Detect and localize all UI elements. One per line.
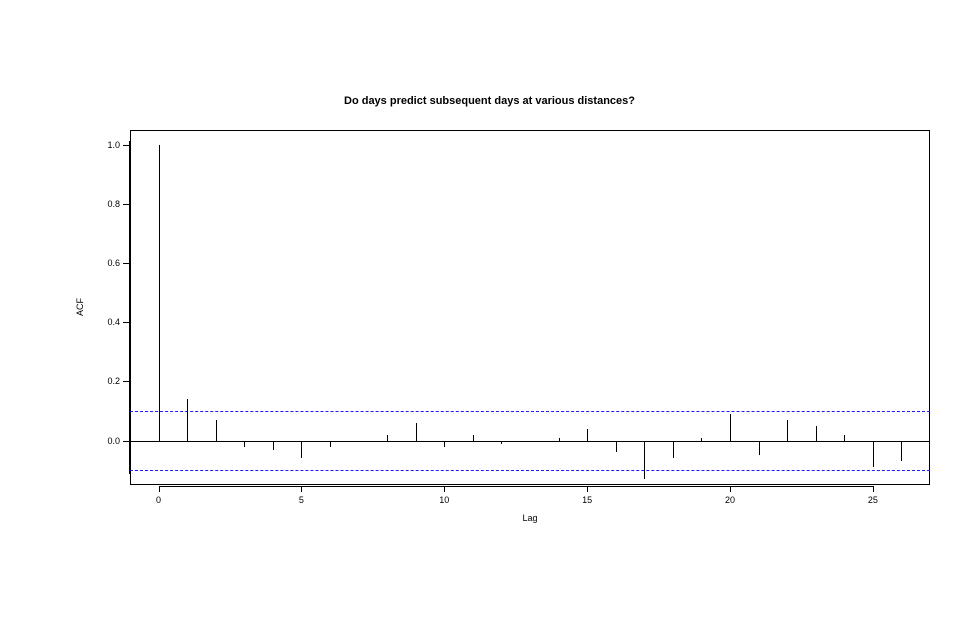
y-tick-label: 1.0 [98, 140, 120, 150]
acf-bar [359, 441, 360, 442]
acf-bar [730, 414, 731, 441]
x-tick-label: 0 [156, 495, 161, 505]
x-tick [873, 486, 874, 492]
y-tick [123, 145, 129, 146]
acf-bar [873, 441, 874, 468]
y-tick-label: 0.4 [98, 317, 120, 327]
x-tick-label: 5 [299, 495, 304, 505]
x-tick [730, 486, 731, 492]
y-tick [123, 441, 129, 442]
y-axis [129, 141, 130, 474]
acf-bar [530, 441, 531, 442]
x-tick-label: 15 [582, 495, 592, 505]
acf-bar [787, 420, 788, 441]
x-tick-label: 25 [868, 495, 878, 505]
acf-bar [759, 441, 760, 456]
acf-bar [187, 399, 188, 440]
acf-bar [273, 441, 274, 450]
x-tick [301, 486, 302, 492]
x-axis-label: Lag [522, 513, 537, 523]
acf-bar [159, 145, 160, 441]
y-tick-label: 0.2 [98, 376, 120, 386]
chart-title: Do days predict subsequent days at vario… [0, 95, 979, 107]
y-axis-label: ACF [75, 298, 85, 316]
acf-bar [816, 426, 817, 441]
y-tick-label: 0.0 [98, 436, 120, 446]
acf-bar [559, 438, 560, 441]
acf-bar [844, 435, 845, 441]
y-tick [123, 322, 129, 323]
acf-bar [301, 441, 302, 459]
acf-bar [330, 441, 331, 447]
acf-figure: Do days predict subsequent days at vario… [0, 0, 979, 629]
acf-bar [416, 423, 417, 441]
ci-upper-line [130, 411, 930, 412]
acf-bar [616, 441, 617, 453]
x-tick-label: 10 [439, 495, 449, 505]
x-tick [587, 486, 588, 492]
acf-bar [387, 435, 388, 441]
acf-bar [216, 420, 217, 441]
acf-bar [673, 441, 674, 459]
x-axis [159, 486, 873, 487]
acf-bar [701, 438, 702, 441]
y-tick-label: 0.6 [98, 258, 120, 268]
acf-bar [244, 441, 245, 447]
acf-bar [473, 435, 474, 441]
plot-area [130, 130, 930, 485]
y-tick-label: 0.8 [98, 199, 120, 209]
x-tick [444, 486, 445, 492]
x-tick-label: 20 [725, 495, 735, 505]
ci-lower-line [130, 470, 930, 471]
acf-bar [901, 441, 902, 462]
acf-bar [501, 441, 502, 444]
y-tick [123, 381, 129, 382]
x-tick [159, 486, 160, 492]
acf-bar [644, 441, 645, 479]
y-tick [123, 204, 129, 205]
y-tick [123, 263, 129, 264]
acf-bar [587, 429, 588, 441]
acf-bar [444, 441, 445, 447]
